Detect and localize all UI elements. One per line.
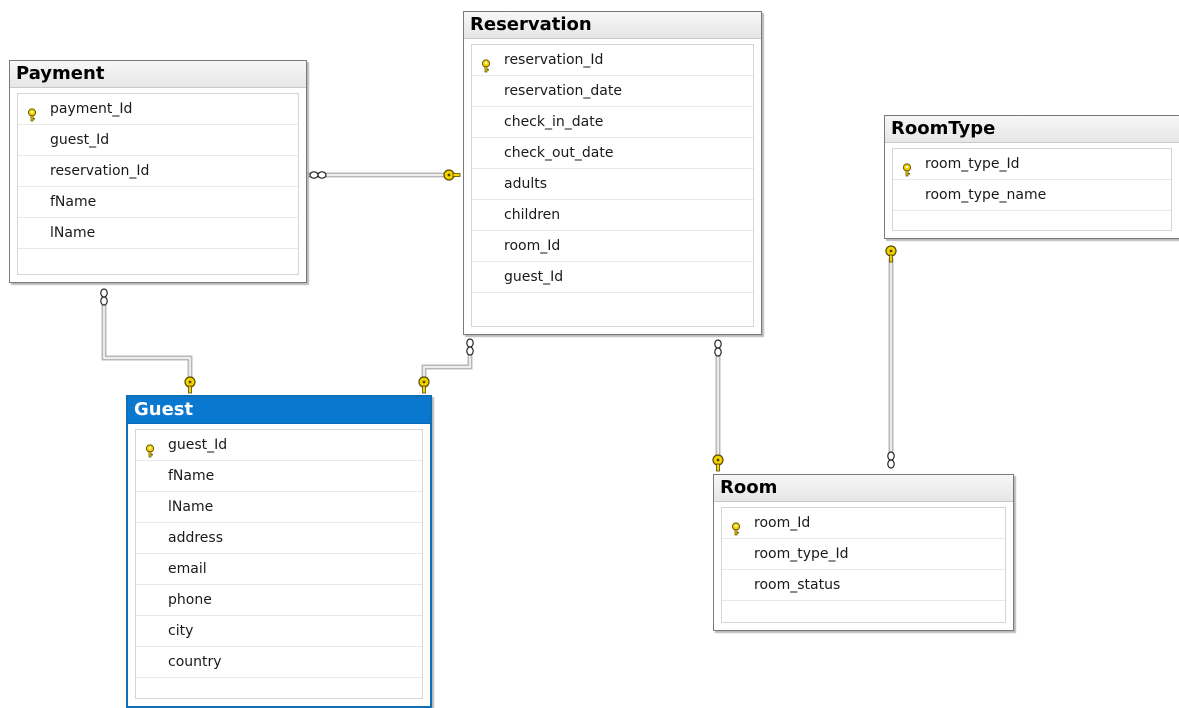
column-name: payment_Id (50, 101, 133, 117)
column-name: guest_Id (504, 269, 564, 285)
column-row[interactable]: room_type_Id (722, 539, 1005, 570)
column-name: guest_Id (168, 437, 228, 453)
relationship-reservation-guest[interactable] (418, 338, 474, 394)
column-name: room_Id (504, 238, 561, 254)
column-row[interactable]: lName (136, 492, 422, 523)
column-list: reservation_Id reservation_date check_in… (471, 44, 754, 327)
column-row[interactable]: reservation_Id (472, 45, 753, 76)
column-name: room_status (754, 577, 841, 593)
column-name: address (168, 530, 224, 546)
column-name: country (168, 654, 222, 670)
column-row[interactable]: reservation_date (472, 76, 753, 107)
column-row[interactable]: fName (18, 187, 298, 218)
column-row[interactable]: check_out_date (472, 138, 753, 169)
column-row[interactable]: email (136, 554, 422, 585)
column-row[interactable]: guest_Id (18, 125, 298, 156)
primary-key-icon (144, 439, 156, 458)
relationship-payment-guest[interactable] (100, 288, 196, 394)
table-roomtype[interactable]: RoomType room_type_Id room_type_name (884, 115, 1179, 239)
one-endpoint-key-icon (712, 454, 724, 472)
table-title[interactable]: Payment (10, 61, 306, 88)
column-name: room_type_Id (925, 156, 1020, 172)
column-row[interactable]: check_in_date (472, 107, 753, 138)
table-guest[interactable]: Guest guest_Id fName lName address email… (126, 395, 432, 708)
one-endpoint-key-icon (418, 376, 430, 394)
column-row[interactable]: address (136, 523, 422, 554)
column-row[interactable]: city (136, 616, 422, 647)
relationship-payment-reservation[interactable] (308, 169, 461, 181)
column-list: room_type_Id room_type_name (892, 148, 1172, 231)
column-name: guest_Id (50, 132, 110, 148)
column-list: payment_Id guest_Id reservation_Id fName… (17, 93, 299, 275)
column-name: lName (168, 499, 214, 515)
relationship-room-roomtype[interactable] (885, 245, 897, 469)
column-name: city (168, 623, 194, 639)
column-row[interactable]: reservation_Id (18, 156, 298, 187)
column-name: check_out_date (504, 145, 614, 161)
column-list: guest_Id fName lName address email phone… (135, 429, 423, 699)
column-row[interactable]: room_type_name (893, 180, 1171, 211)
column-row[interactable]: phone (136, 585, 422, 616)
primary-key-icon (730, 517, 742, 536)
column-row[interactable]: guest_Id (472, 262, 753, 293)
column-row[interactable]: country (136, 647, 422, 678)
primary-key-icon (480, 54, 492, 73)
column-name: fName (50, 194, 97, 210)
column-row[interactable]: lName (18, 218, 298, 249)
column-row[interactable]: guest_Id (136, 430, 422, 461)
column-row[interactable]: room_type_Id (893, 149, 1171, 180)
column-name: reservation_date (504, 83, 622, 99)
table-title[interactable]: Reservation (464, 12, 761, 39)
table-payment[interactable]: Payment payment_Id guest_Id reservation_… (9, 60, 307, 283)
primary-key-icon (26, 103, 38, 122)
column-name: email (168, 561, 207, 577)
one-endpoint-key-icon (885, 245, 897, 263)
column-name: reservation_Id (50, 163, 150, 179)
column-name: room_type_name (925, 187, 1047, 203)
many-endpoint-icon (466, 338, 474, 356)
column-row[interactable]: payment_Id (18, 94, 298, 125)
column-name: room_type_Id (754, 546, 849, 562)
table-title[interactable]: Guest (128, 397, 430, 424)
column-name: children (504, 207, 561, 223)
primary-key-icon (901, 158, 913, 177)
column-row[interactable]: room_status (722, 570, 1005, 601)
column-row[interactable]: room_Id (722, 508, 1005, 539)
many-endpoint-icon (887, 451, 895, 469)
column-row[interactable]: children (472, 200, 753, 231)
column-row[interactable]: fName (136, 461, 422, 492)
column-name: lName (50, 225, 96, 241)
one-endpoint-key-icon (184, 376, 196, 394)
table-reservation[interactable]: Reservation reservation_Id reservation_d… (463, 11, 762, 335)
column-name: room_Id (754, 515, 811, 531)
table-title[interactable]: Room (714, 475, 1013, 502)
relationship-reservation-room[interactable] (712, 339, 724, 472)
column-name: fName (168, 468, 215, 484)
column-name: adults (504, 176, 548, 192)
column-row[interactable]: room_Id (472, 231, 753, 262)
table-room[interactable]: Room room_Id room_type_Id room_status (713, 474, 1014, 631)
table-title[interactable]: RoomType (885, 116, 1179, 143)
one-endpoint-key-icon (443, 169, 461, 181)
column-name: phone (168, 592, 212, 608)
column-list: room_Id room_type_Id room_status (721, 507, 1006, 623)
many-endpoint-icon (714, 339, 722, 357)
column-name: check_in_date (504, 114, 604, 130)
column-row[interactable]: adults (472, 169, 753, 200)
column-name: reservation_Id (504, 52, 604, 68)
